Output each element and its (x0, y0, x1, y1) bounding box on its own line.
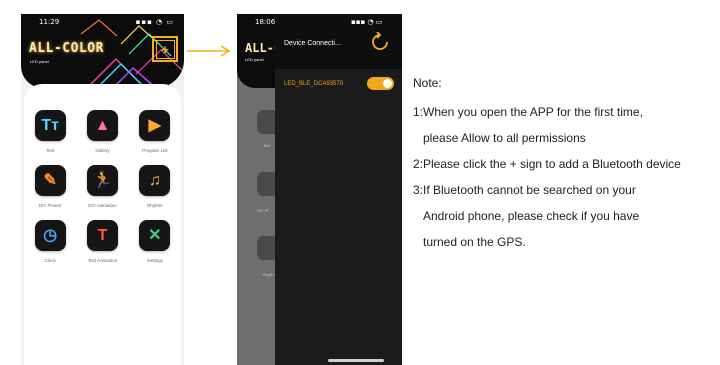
tile-clock[interactable]: ◷ Clock (24, 220, 76, 263)
app-logo-subtitle: LED panel (245, 57, 264, 62)
refresh-icon[interactable] (370, 32, 390, 52)
text-glyph: Tт (41, 116, 59, 134)
status-icons: ▪▪▪ ◔ ▭ (135, 18, 174, 26)
clock-glyph: ◷ (43, 226, 58, 244)
settings-icon: ✕ (139, 220, 171, 251)
status-time: 18:06 (255, 18, 276, 26)
diy-animation-glyph: 🏃 (92, 171, 113, 189)
device-list-item[interactable]: LED_BLE_DCA93570 (275, 77, 402, 93)
gallery-icon: ▲ (86, 110, 118, 141)
clock-icon: ◷ (34, 220, 66, 251)
tile-program-list[interactable]: ▶ Program List (129, 110, 181, 153)
note-line: Android phone, please check if you have (423, 209, 640, 223)
function-card: Tт Text ▲ Gallery ▶ Program List ✎ DIY Picture 🏃… (24, 84, 181, 365)
device-connect-panel: Device Connecti... LED_BLE_DCA93570 (275, 14, 402, 365)
text-icon: Tт (34, 110, 66, 141)
tile-diy-picture[interactable]: ✎ DIY Picture (24, 165, 76, 208)
tile-diy-animation[interactable]: 🏃 DIY Animation (76, 165, 128, 208)
arrow-right-icon (187, 45, 231, 57)
status-time: 11:29 (39, 18, 60, 26)
tile-text-animation[interactable]: T Text Animation (76, 220, 128, 263)
text-animation-glyph: T (97, 226, 108, 244)
note-line: 1:When you open the APP for the first ti… (413, 105, 643, 119)
tile-settings[interactable]: ✕ Settings (129, 220, 181, 263)
app-logo: ALL-COLOR (29, 41, 104, 56)
tile-rhythm[interactable]: ♫ Rhythm (129, 165, 181, 208)
note-title: Note: (413, 76, 442, 90)
ghost-label: Rhyth (263, 272, 274, 277)
tile-label: Rhythm (147, 203, 163, 208)
tile-label: Clock (44, 258, 56, 263)
panel-title: Device Connecti... (284, 40, 341, 47)
tile-label: Gallery (95, 148, 110, 153)
tile-label: Settings (146, 258, 163, 263)
tile-label: DIY Animation (88, 203, 117, 208)
ghost-label: DIY Pi (257, 208, 269, 213)
note-line: 2:Please click the + sign to add a Bluet… (413, 157, 681, 171)
note-line: 3:If Bluetooth cannot be searched on you… (413, 183, 636, 197)
rhythm-glyph: ♫ (148, 171, 161, 189)
diy-picture-glyph: ✎ (43, 171, 57, 189)
add-device-button[interactable]: + (152, 36, 178, 62)
function-grid: Tт Text ▲ Gallery ▶ Program List ✎ DIY Picture 🏃… (24, 110, 181, 263)
diy-picture-icon: ✎ (34, 165, 66, 196)
toggle-knob (383, 79, 392, 88)
note-line: turned on the GPS. (423, 235, 526, 249)
panel-header: Device Connecti... (275, 14, 402, 69)
text-animation-icon: T (86, 220, 118, 251)
device-connect-toggle[interactable] (367, 77, 394, 90)
dimmed-home-background: Text DIY Pi Rhyth (237, 14, 281, 365)
note-line: please Allow to all permissions (423, 131, 586, 145)
ghost-label: Text (263, 143, 271, 148)
status-icons: ▪▪▪ ◔ ▭ (351, 18, 383, 26)
home-indicator (328, 359, 384, 362)
tile-gallery[interactable]: ▲ Gallery (76, 110, 128, 153)
tile-label: DIY Picture (38, 203, 62, 208)
diy-animation-icon: 🏃 (86, 165, 118, 196)
tile-label: Program List (142, 148, 168, 153)
tile-label: Text (46, 148, 55, 153)
program-list-icon: ▶ (139, 110, 171, 141)
plus-icon: + (155, 39, 175, 59)
tile-text[interactable]: Tт Text (24, 110, 76, 153)
tile-label: Text Animation (87, 258, 118, 263)
device-name: LED_BLE_DCA93570 (284, 81, 344, 87)
phone-device-connect-screen: Text DIY Pi Rhyth 18:06 ALL-C LED panel … (237, 14, 402, 365)
app-header: 11:29 ▪▪▪ ◔ ▭ ALL-COLOR LED panel + (21, 14, 184, 88)
gallery-glyph: ▲ (94, 116, 111, 134)
program-list-glyph: ▶ (148, 116, 161, 134)
instructions-notes: Note: 1:When you open the APP for the fi… (413, 76, 720, 260)
rhythm-icon: ♫ (139, 165, 171, 196)
settings-glyph: ✕ (148, 226, 162, 244)
phone-home-screen: 11:29 ▪▪▪ ◔ ▭ ALL-COLOR LED panel + Tт Te… (21, 14, 184, 365)
app-logo-subtitle: LED panel (30, 59, 49, 64)
